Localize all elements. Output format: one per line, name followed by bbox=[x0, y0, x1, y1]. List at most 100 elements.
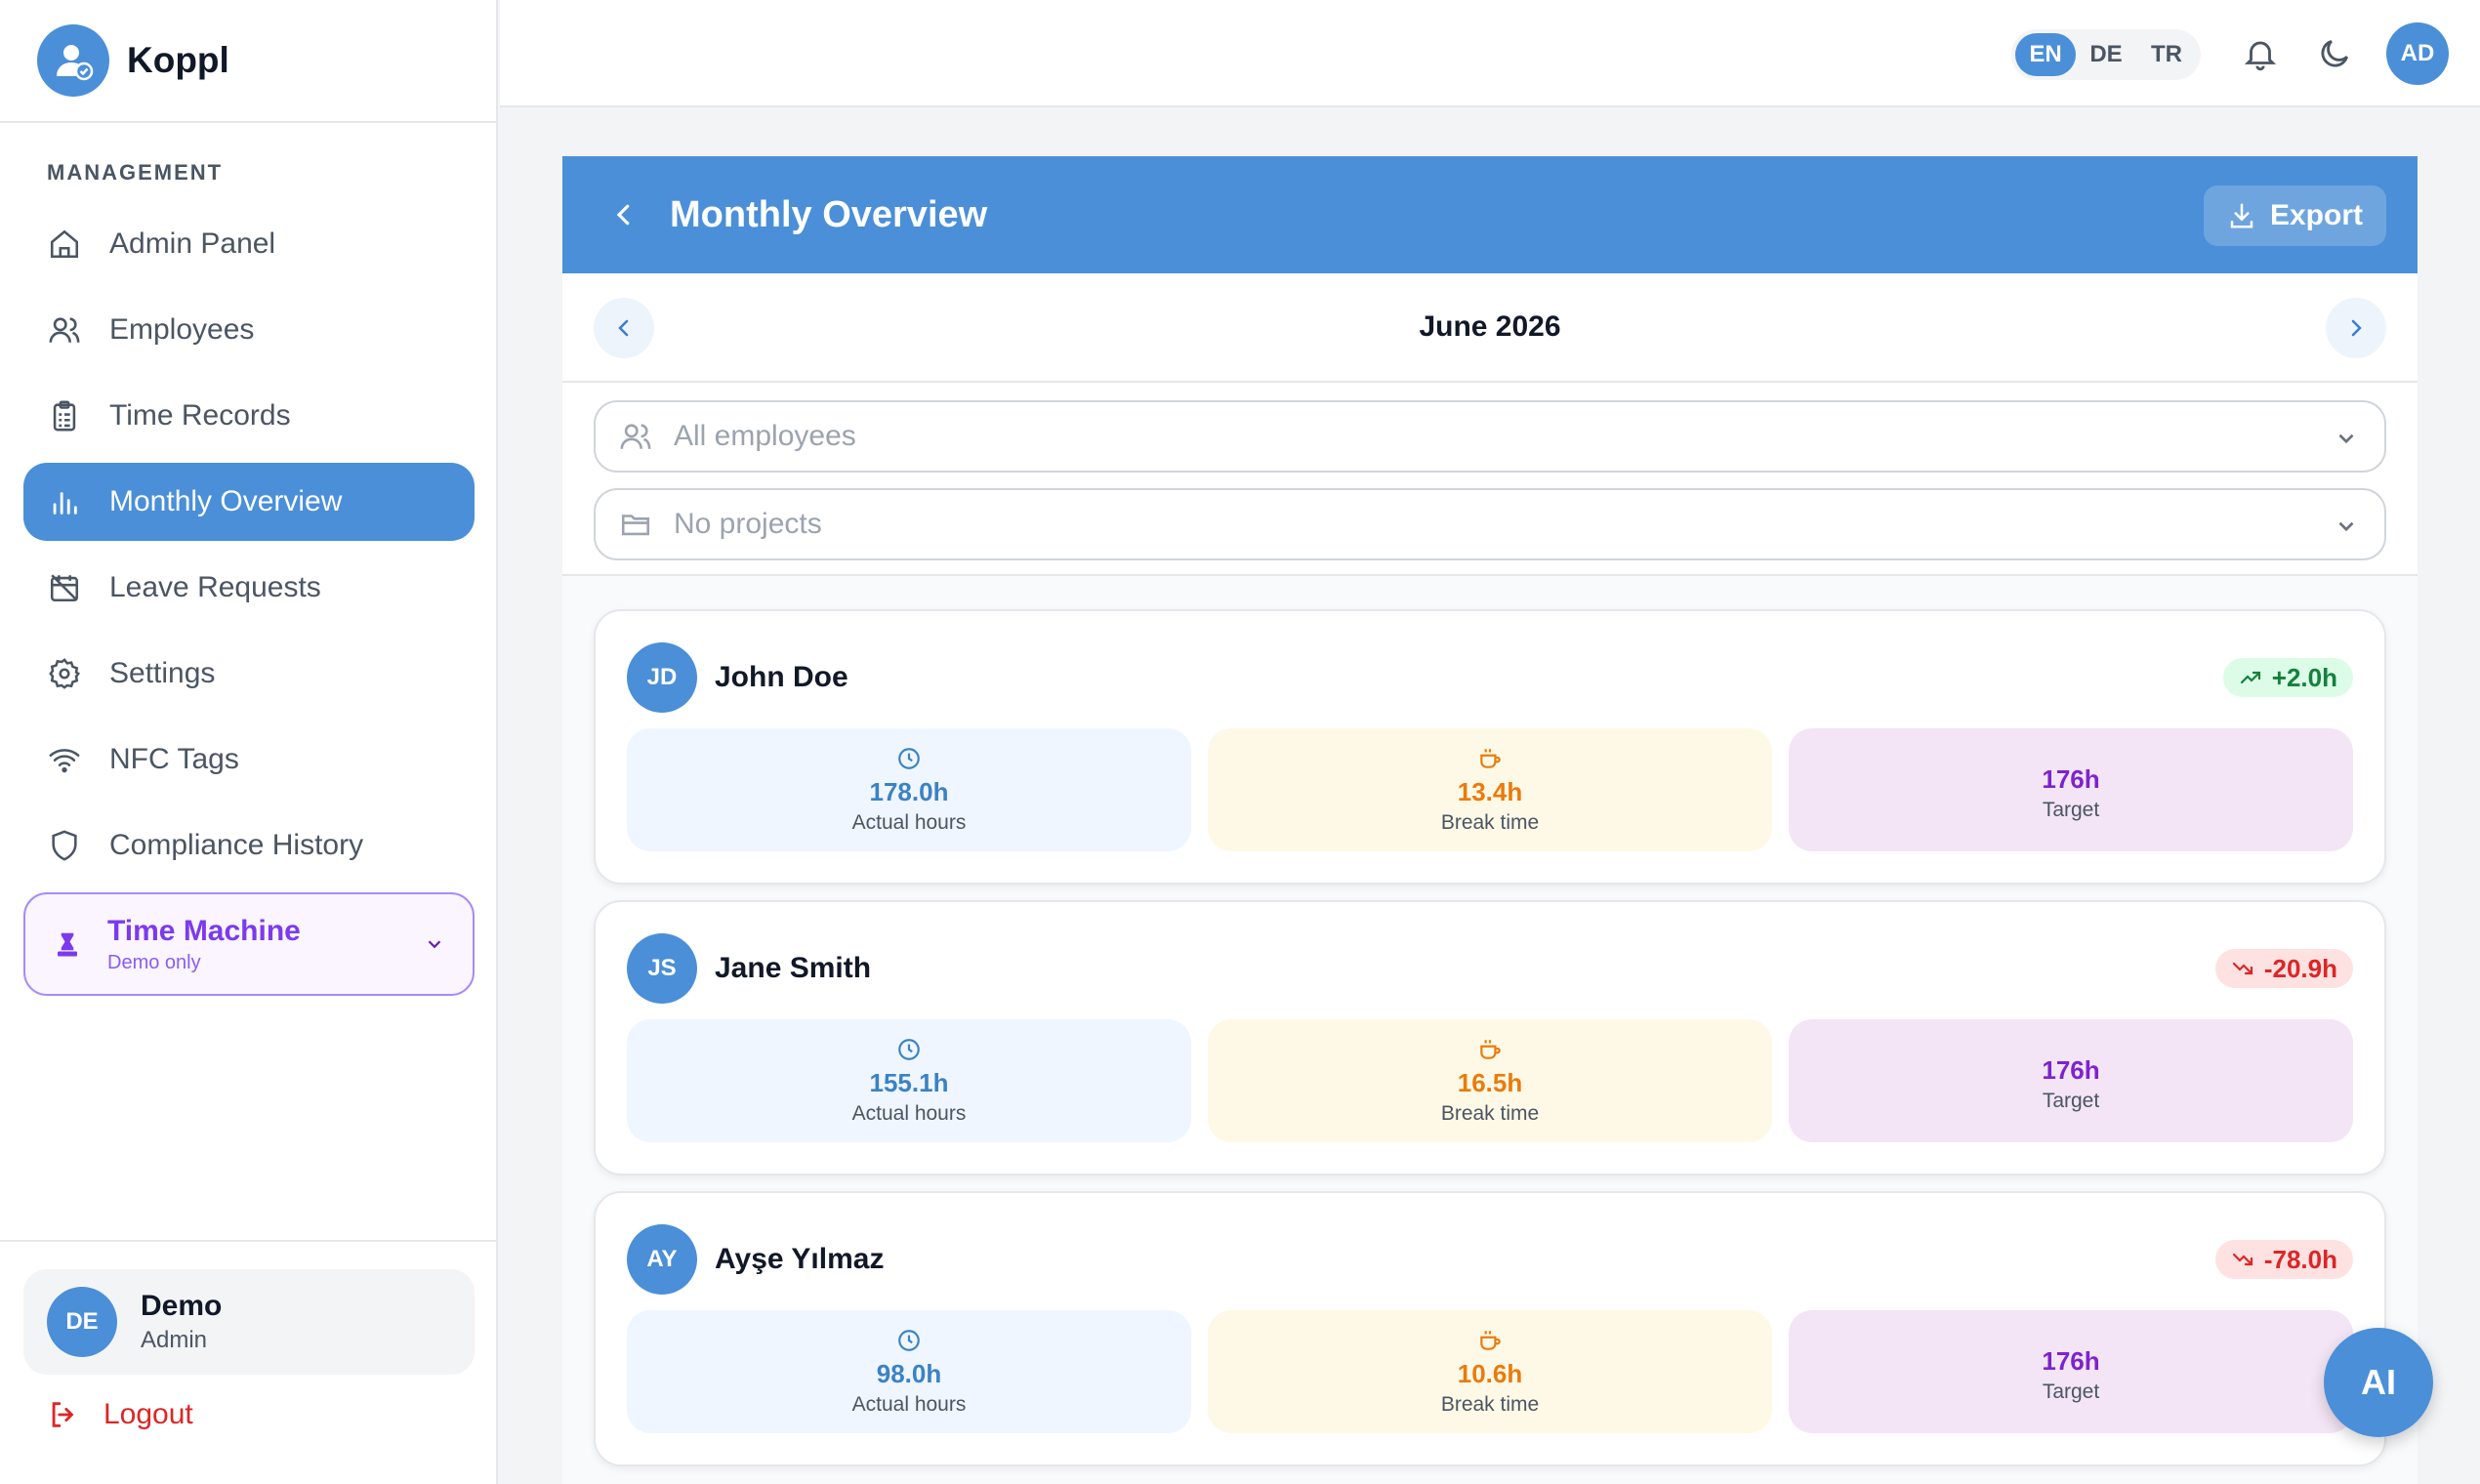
time-machine-icon bbox=[53, 929, 82, 959]
sidebar-item-label: Time Records bbox=[109, 399, 291, 432]
employee-header: JD John Doe bbox=[627, 642, 848, 713]
employee-card[interactable]: JD John Doe +2.0h 178.0h Actual hours 13… bbox=[594, 609, 2386, 885]
break-time-label: Break time bbox=[1440, 1392, 1540, 1416]
target-hours-label: Target bbox=[2042, 1089, 2100, 1112]
current-month: June 2026 bbox=[1419, 310, 1561, 343]
coffee-icon bbox=[1477, 1037, 1503, 1062]
app-name: Koppl bbox=[127, 40, 229, 80]
monthly-overview-panel: Monthly Overview Export June 2026 All em… bbox=[562, 156, 2418, 1484]
avatar: AY bbox=[627, 1224, 697, 1295]
bar-chart-icon bbox=[47, 484, 82, 519]
sidebar-item-label: Leave Requests bbox=[109, 571, 321, 603]
sidebar: Koppl MANAGEMENT Admin Panel Employees T… bbox=[0, 0, 498, 1484]
wifi-icon bbox=[47, 742, 82, 777]
export-button[interactable]: Export bbox=[2203, 186, 2386, 246]
user-card[interactable]: DE Demo Admin bbox=[23, 1269, 475, 1375]
hours-delta-badge: -78.0h bbox=[2214, 1240, 2353, 1279]
coffee-icon bbox=[1477, 1328, 1503, 1353]
actual-hours-tile: 98.0h Actual hours bbox=[627, 1310, 1191, 1433]
sidebar-item-leave-requests[interactable]: Leave Requests bbox=[23, 549, 475, 627]
break-time-value: 16.5h bbox=[1457, 1067, 1523, 1097]
sidebar-item-nfc-tags[interactable]: NFC Tags bbox=[23, 721, 475, 799]
avatar: JS bbox=[627, 933, 697, 1004]
users-icon bbox=[47, 312, 82, 348]
clipboard-icon bbox=[47, 398, 82, 433]
employee-name: Ayşe Yılmaz bbox=[715, 1243, 885, 1275]
back-arrow-icon[interactable] bbox=[609, 200, 639, 229]
prev-month-button[interactable] bbox=[594, 298, 654, 358]
section-label-management: MANAGEMENT bbox=[47, 160, 224, 185]
lang-en-button[interactable]: EN bbox=[2015, 33, 2076, 76]
next-month-button[interactable] bbox=[2326, 298, 2386, 358]
actual-hours-value: 98.0h bbox=[876, 1358, 942, 1388]
hours-delta-value: -20.9h bbox=[2263, 953, 2337, 983]
chevron-down-icon bbox=[424, 933, 445, 955]
language-switcher: EN DE TR bbox=[2011, 29, 2201, 80]
lang-tr-button[interactable]: TR bbox=[2136, 33, 2197, 76]
break-time-label: Break time bbox=[1440, 1101, 1540, 1125]
trending-up-icon bbox=[2239, 666, 2262, 689]
user-role: Admin bbox=[141, 1327, 208, 1353]
sidebar-item-employees[interactable]: Employees bbox=[23, 291, 475, 369]
sidebar-item-label: Settings bbox=[109, 657, 216, 689]
employee-name: Jane Smith bbox=[715, 952, 872, 984]
calendar-off-icon bbox=[47, 570, 82, 605]
time-machine-title: Time Machine bbox=[107, 914, 301, 947]
sidebar-item-label: Monthly Overview bbox=[109, 485, 343, 517]
coffee-icon bbox=[1477, 746, 1503, 771]
break-time-tile: 13.4h Break time bbox=[1208, 728, 1772, 851]
sidebar-item-monthly-overview[interactable]: Monthly Overview bbox=[23, 463, 475, 541]
gear-icon bbox=[47, 656, 82, 691]
sidebar-item-label: Admin Panel bbox=[109, 227, 276, 260]
time-machine-subtitle: Demo only bbox=[107, 951, 201, 973]
employee-card[interactable]: AY Ayşe Yılmaz -78.0h 98.0h Actual hours… bbox=[594, 1191, 2386, 1466]
logout-icon bbox=[47, 1398, 80, 1431]
target-hours-tile: 176h Target bbox=[1789, 1019, 2353, 1142]
actual-hours-value: 155.1h bbox=[869, 1067, 949, 1097]
sidebar-item-admin-panel[interactable]: Admin Panel bbox=[23, 205, 475, 283]
employee-filter-select[interactable]: All employees bbox=[594, 400, 2386, 473]
break-time-label: Break time bbox=[1440, 810, 1540, 834]
time-machine-toggle[interactable]: Time Machine Demo only bbox=[23, 892, 475, 996]
employee-card[interactable]: JS Jane Smith -20.9h 155.1h Actual hours… bbox=[594, 900, 2386, 1175]
sidebar-item-settings[interactable]: Settings bbox=[23, 635, 475, 713]
actual-hours-tile: 155.1h Actual hours bbox=[627, 1019, 1191, 1142]
sidebar-item-time-records[interactable]: Time Records bbox=[23, 377, 475, 455]
actual-hours-label: Actual hours bbox=[851, 1101, 967, 1125]
target-hours-value: 176h bbox=[2042, 1345, 2100, 1376]
clock-icon bbox=[896, 1328, 922, 1353]
actual-hours-label: Actual hours bbox=[851, 810, 967, 834]
target-hours-label: Target bbox=[2042, 1380, 2100, 1403]
break-time-tile: 16.5h Break time bbox=[1208, 1019, 1772, 1142]
moon-icon[interactable] bbox=[2316, 35, 2353, 72]
user-avatar-button[interactable]: AD bbox=[2386, 22, 2449, 85]
target-hours-label: Target bbox=[2042, 798, 2100, 821]
app-logo-icon bbox=[37, 24, 109, 97]
hours-delta-badge: +2.0h bbox=[2222, 658, 2353, 697]
target-hours-value: 176h bbox=[2042, 1054, 2100, 1085]
project-filter-value: No projects bbox=[674, 508, 822, 540]
trending-down-icon bbox=[2231, 1248, 2254, 1271]
hours-delta-value: +2.0h bbox=[2271, 662, 2337, 692]
actual-hours-tile: 178.0h Actual hours bbox=[627, 728, 1191, 851]
logout-label: Logout bbox=[103, 1398, 193, 1430]
employee-name: John Doe bbox=[715, 661, 848, 693]
employee-header: AY Ayşe Yılmaz bbox=[627, 1224, 884, 1295]
project-filter-select[interactable]: No projects bbox=[594, 488, 2386, 560]
shield-icon bbox=[47, 828, 82, 863]
brand[interactable]: Koppl bbox=[0, 0, 496, 123]
break-time-tile: 10.6h Break time bbox=[1208, 1310, 1772, 1433]
bell-icon[interactable] bbox=[2242, 35, 2279, 72]
lang-de-button[interactable]: DE bbox=[2076, 33, 2136, 76]
avatar: DE bbox=[47, 1287, 117, 1357]
logout-button[interactable]: Logout bbox=[47, 1398, 193, 1431]
target-hours-value: 176h bbox=[2042, 763, 2100, 794]
sidebar-item-label: Compliance History bbox=[109, 829, 364, 861]
download-icon bbox=[2227, 201, 2256, 230]
folder-icon bbox=[619, 508, 652, 541]
ai-assistant-button[interactable]: AI bbox=[2324, 1328, 2433, 1437]
page-title: Monthly Overview bbox=[670, 193, 988, 235]
user-name: Demo bbox=[141, 1290, 223, 1322]
sidebar-item-compliance-history[interactable]: Compliance History bbox=[23, 806, 475, 885]
home-icon bbox=[47, 227, 82, 262]
